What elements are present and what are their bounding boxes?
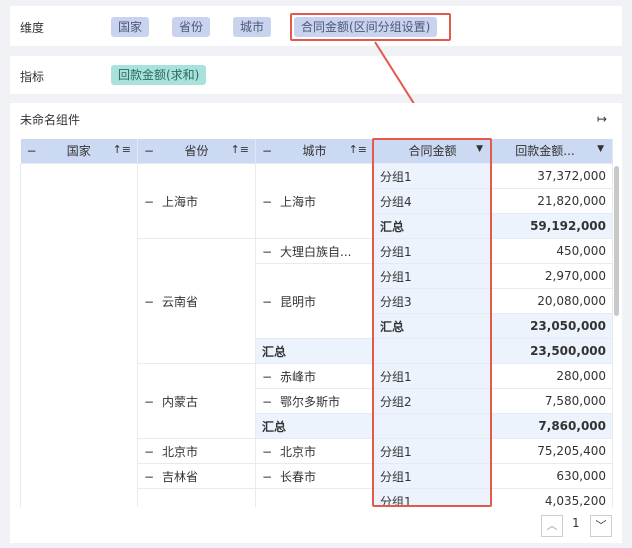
- province-total-label: 汇总: [255, 413, 374, 439]
- city-label: 长春市: [280, 469, 317, 484]
- city-label: 赤峰市: [280, 369, 317, 384]
- vertical-scrollbar[interactable]: [614, 166, 619, 316]
- widget-title: 未命名组件: [20, 113, 81, 127]
- highlight-box-column: [372, 138, 492, 507]
- table-row: − 上海市 − 上海市 分组1 37,372,000: [20, 163, 613, 514]
- header-city[interactable]: − 城市 ↑≡: [255, 139, 374, 164]
- collapse-icon[interactable]: −: [262, 370, 272, 384]
- dropdown-caret-icon[interactable]: ▼: [597, 144, 604, 154]
- city-label: 上海市: [280, 194, 317, 209]
- header-payment-amount[interactable]: 回款金额... ▼: [491, 139, 613, 164]
- province-total-value: 23,500,000: [491, 338, 613, 364]
- value-cell: 75,205,400: [491, 438, 613, 464]
- city-cell[interactable]: − 长春市: [255, 463, 374, 489]
- city-cell[interactable]: − 上海市: [255, 163, 374, 239]
- header-country[interactable]: − 国家 ↑≡: [20, 139, 138, 164]
- header-row: − 国家 ↑≡ − 省份 ↑≡ − 城市 ↑≡ 合同金额 ▼ 回款金额... ▼: [20, 139, 613, 164]
- value-cell: 2,970,000: [491, 263, 613, 289]
- subtotal-value: 23,050,000: [491, 313, 613, 339]
- page-number: 1: [572, 516, 580, 530]
- city-cell[interactable]: − 北京市: [255, 438, 374, 464]
- country-cell: [20, 163, 138, 514]
- value-cell: 21,820,000: [491, 188, 613, 214]
- province-label: 北京市: [162, 444, 199, 459]
- header-province[interactable]: − 省份 ↑≡: [137, 139, 256, 164]
- collapse-icon[interactable]: −: [144, 144, 154, 158]
- table-viewport-mask: [10, 507, 622, 543]
- value-cell: 37,372,000: [491, 163, 613, 189]
- next-page-button[interactable]: ﹀: [590, 515, 612, 537]
- pivot-table: − 国家 ↑≡ − 省份 ↑≡ − 城市 ↑≡ 合同金额 ▼ 回款金额... ▼: [20, 139, 613, 514]
- collapse-icon[interactable]: −: [144, 445, 154, 459]
- province-cell[interactable]: − 上海市: [137, 163, 256, 239]
- collapse-icon[interactable]: −: [144, 195, 154, 209]
- header-label: 回款金额...: [515, 144, 575, 158]
- sort-icon[interactable]: ↑≡: [349, 143, 367, 156]
- collapse-icon[interactable]: −: [262, 395, 272, 409]
- collapse-icon[interactable]: −: [27, 144, 37, 158]
- subtotal-value: 59,192,000: [491, 213, 613, 239]
- collapse-icon[interactable]: −: [262, 470, 272, 484]
- collapse-icon[interactable]: −: [144, 470, 154, 484]
- value-cell: 450,000: [491, 238, 613, 264]
- value-cell: 7,580,000: [491, 388, 613, 414]
- sort-icon[interactable]: ↑≡: [231, 143, 249, 156]
- city-label: 北京市: [280, 444, 317, 459]
- province-label: 上海市: [162, 194, 199, 209]
- province-label: 云南省: [162, 294, 199, 309]
- province-cell[interactable]: − 吉林省: [137, 463, 256, 489]
- prev-page-button[interactable]: ︿: [541, 515, 563, 537]
- collapse-icon[interactable]: −: [144, 395, 154, 409]
- city-cell[interactable]: − 赤峰市: [255, 363, 374, 389]
- city-cell[interactable]: − 鄂尔多斯市: [255, 388, 374, 414]
- collapse-icon[interactable]: −: [144, 295, 154, 309]
- value-cell: 20,080,000: [491, 288, 613, 314]
- collapse-icon[interactable]: −: [262, 245, 272, 259]
- province-cell[interactable]: − 云南省: [137, 238, 256, 364]
- value-cell: 280,000: [491, 363, 613, 389]
- collapse-icon[interactable]: −: [262, 144, 272, 158]
- province-label: 内蒙古: [162, 394, 199, 409]
- collapse-icon[interactable]: −: [262, 195, 272, 209]
- collapse-icon[interactable]: −: [262, 295, 272, 309]
- city-cell[interactable]: − 昆明市: [255, 263, 374, 339]
- city-label: 昆明市: [280, 294, 317, 309]
- province-total-value: 7,860,000: [491, 413, 613, 439]
- collapse-icon[interactable]: −: [262, 445, 272, 459]
- province-cell[interactable]: − 北京市: [137, 438, 256, 464]
- city-cell[interactable]: − 大理白族自...: [255, 238, 374, 264]
- city-label: 鄂尔多斯市: [280, 394, 341, 409]
- expand-width-icon[interactable]: ↦: [597, 112, 607, 126]
- province-label: 吉林省: [162, 469, 199, 484]
- province-cell[interactable]: − 内蒙古: [137, 363, 256, 439]
- province-total-label: 汇总: [255, 338, 374, 364]
- value-cell: 630,000: [491, 463, 613, 489]
- city-label: 大理白族自...: [280, 244, 352, 259]
- sort-icon[interactable]: ↑≡: [113, 143, 131, 156]
